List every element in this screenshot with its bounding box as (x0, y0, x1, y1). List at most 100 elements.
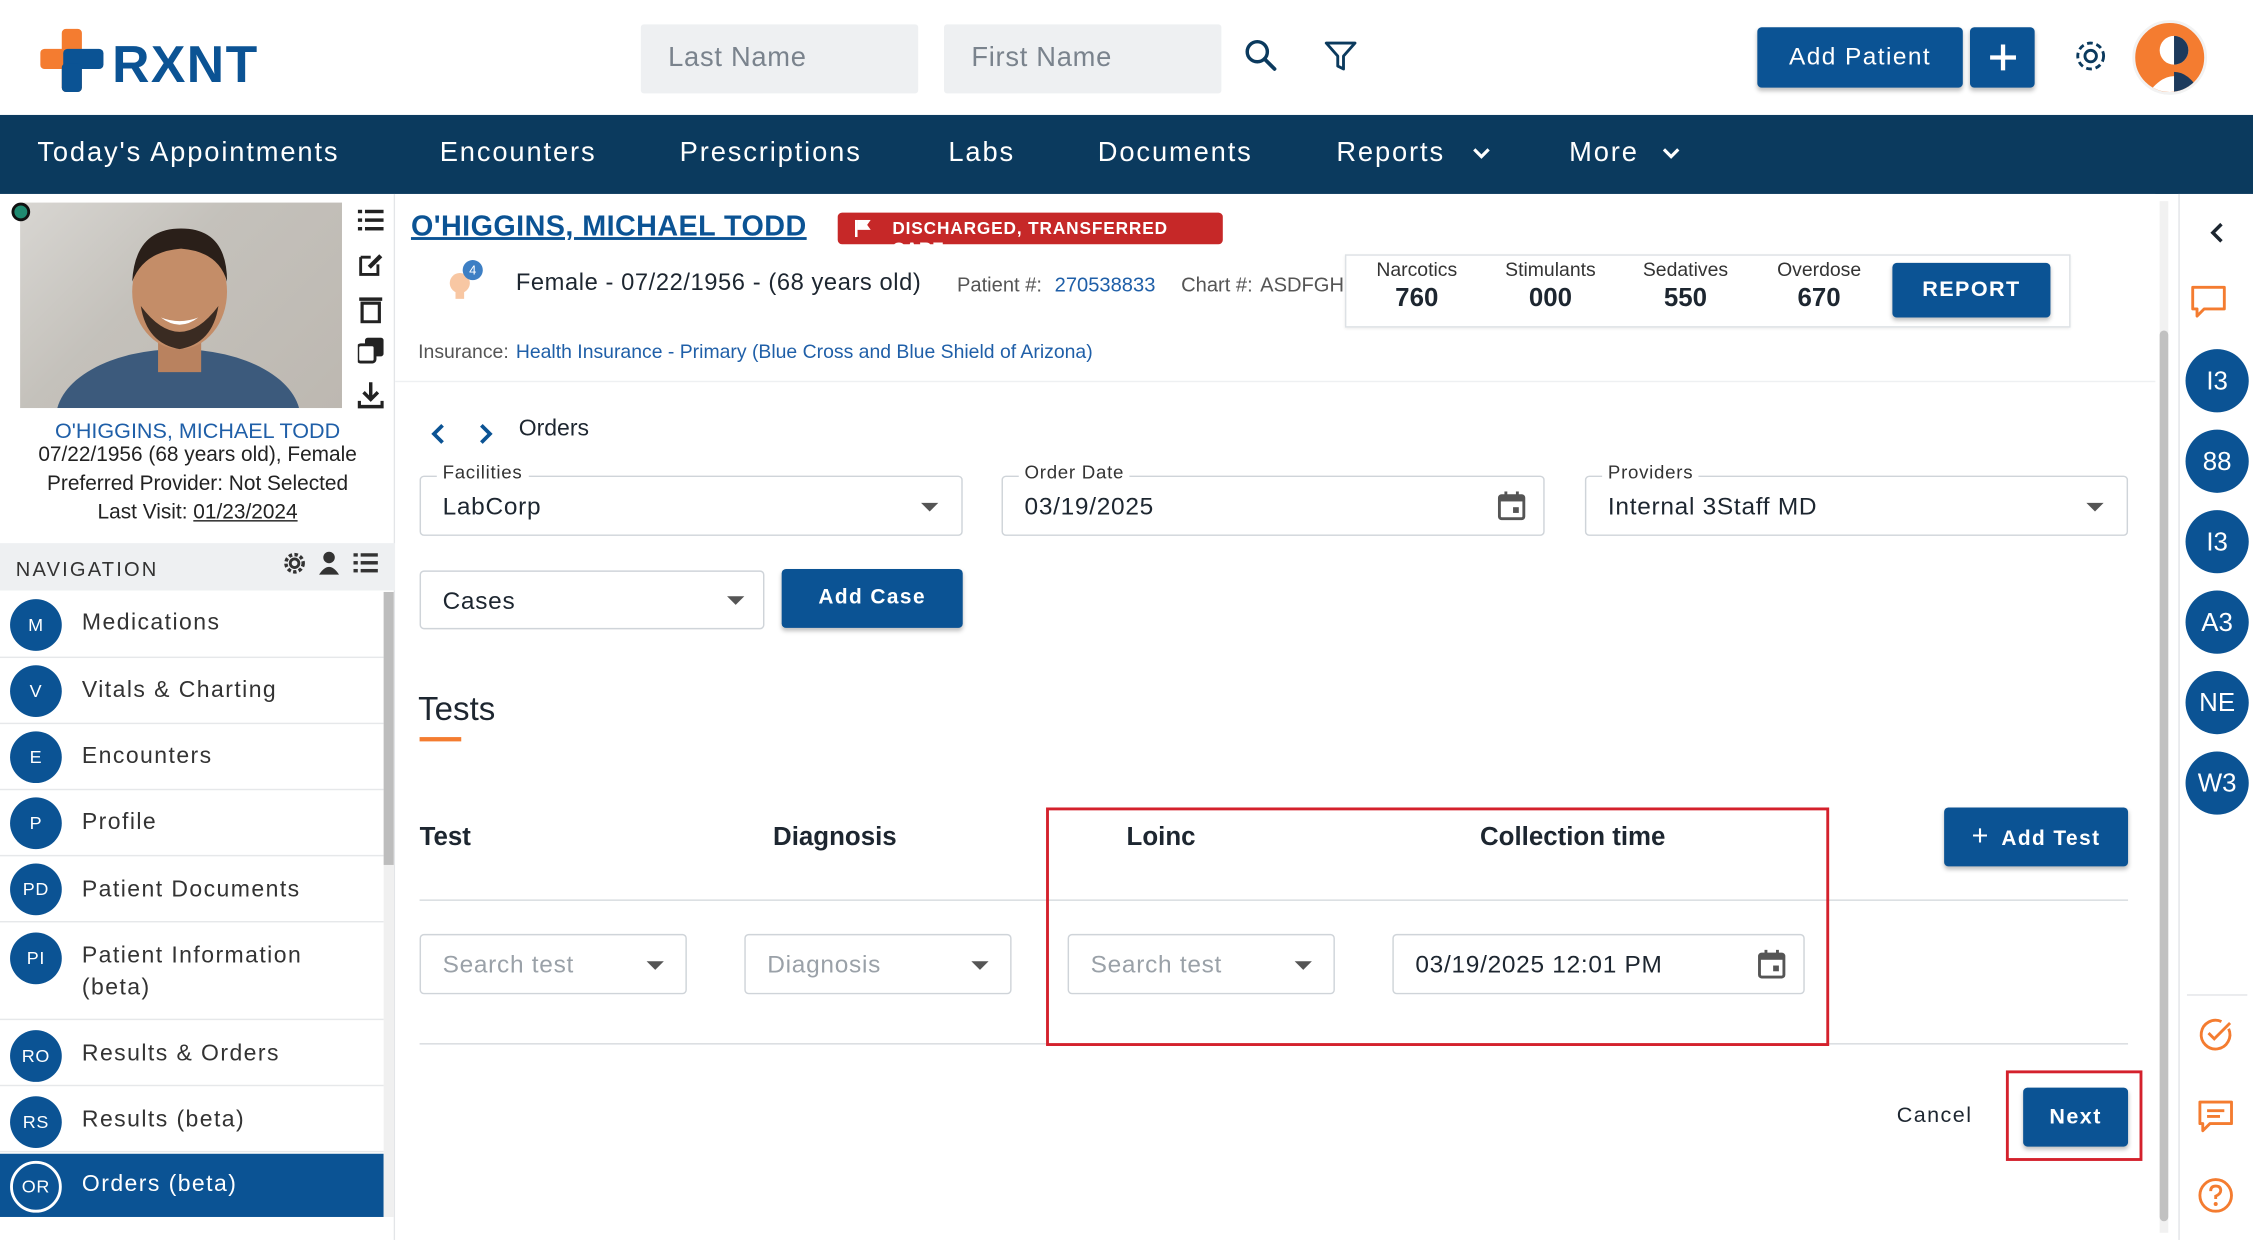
dropdown-caret-icon (921, 502, 939, 512)
sidebar-item-results-beta[interactable]: RS Results (beta) (0, 1086, 384, 1153)
diagnosis-select[interactable]: Diagnosis (744, 933, 1012, 995)
patient-number[interactable]: 270538833 (1055, 273, 1156, 296)
risk-label: Narcotics (1376, 258, 1458, 281)
check-circle-icon[interactable] (2197, 1016, 2234, 1053)
cancel-button[interactable]: Cancel (1897, 1103, 1973, 1127)
plus-icon (1989, 44, 2016, 71)
risk-label: Stimulants (1505, 258, 1596, 281)
person-icon[interactable] (318, 550, 341, 575)
sidebar-item-patient-information[interactable]: PI Patient Information (beta) (0, 922, 384, 1021)
rxnt-logo[interactable]: RXNT (40, 28, 270, 94)
sidebar-item-vitals-charting[interactable]: V Vitals & Charting (0, 658, 384, 725)
chevron-down-icon[interactable] (1471, 147, 1491, 161)
navigation-header: NAVIGATION (0, 543, 396, 591)
logo-wordmark: RXNT (112, 34, 259, 94)
alert-bulb[interactable]: 4 (444, 260, 487, 303)
providers-select[interactable]: Internal 3Staff MD (1584, 475, 2129, 536)
edit-icon[interactable] (358, 251, 384, 277)
sidebar-badge: RS (10, 1096, 62, 1149)
calendar-icon[interactable] (1497, 491, 1526, 521)
rail-badge-4[interactable]: A3 (2185, 590, 2249, 654)
sidebar-scrollbar[interactable] (383, 591, 394, 1217)
providers-label: Providers (1602, 461, 1700, 483)
chevron-down-icon[interactable] (1661, 147, 1681, 161)
report-button[interactable]: REPORT (1892, 262, 2051, 318)
user-avatar-icon (2149, 35, 2200, 92)
loinc-collection-highlight (1046, 807, 1830, 1046)
gear-icon[interactable] (2072, 37, 2109, 74)
rail-badge-1[interactable]: I3 (2185, 349, 2249, 413)
sidebar-item-medications[interactable]: M Medications (0, 592, 384, 659)
column-header-test: Test (419, 821, 471, 851)
dropdown-caret-icon (2086, 502, 2104, 512)
chat-bubbles-icon[interactable] (2190, 283, 2233, 323)
patient-card-last-visit: Last Visit: 01/23/2024 (0, 501, 395, 524)
plus-icon: + (1971, 820, 1990, 853)
risk-scores-panel: Narcotics 760 Stimulants 000 Sedatives 5… (1344, 254, 2071, 328)
sidebar-item-profile[interactable]: P Profile (0, 790, 384, 857)
rail-badge-3[interactable]: I3 (2185, 510, 2249, 574)
user-avatar[interactable] (2132, 20, 2208, 95)
insurance-link[interactable]: Health Insurance - Primary (Blue Cross a… (516, 341, 1093, 363)
message-icon[interactable] (2197, 1099, 2234, 1133)
patient-card-name[interactable]: O'HIGGINS, MICHAEL TODD (0, 420, 395, 444)
nav-documents[interactable]: Documents (1098, 138, 1253, 170)
download-icon[interactable] (357, 381, 384, 410)
nav-reports[interactable]: Reports (1336, 138, 1445, 170)
patient-name-link[interactable]: O'HIGGINS, MICHAEL TODD (411, 211, 807, 244)
help-icon[interactable] (2197, 1177, 2234, 1214)
chevron-left-icon[interactable] (430, 422, 447, 445)
nav-labs[interactable]: Labs (948, 138, 1015, 170)
last-name-search-input[interactable]: Last Name (640, 24, 919, 94)
chevron-right-icon[interactable] (477, 422, 494, 445)
rail-badge-2[interactable]: 88 (2185, 429, 2249, 493)
collapse-chevron-icon[interactable] (2209, 221, 2226, 244)
cases-value: Cases (442, 587, 516, 615)
risk-value: 550 (1663, 283, 1708, 312)
sidebar-item-orders-beta[interactable]: OR Orders (beta) (0, 1153, 384, 1217)
facilities-select[interactable]: LabCorp (419, 475, 963, 536)
risk-label: Sedatives (1642, 258, 1729, 281)
risk-stimulants: Stimulants 000 (1480, 256, 1621, 313)
diagnosis-placeholder: Diagnosis (767, 951, 882, 979)
rail-badge-5[interactable]: NE (2185, 670, 2249, 735)
breadcrumb-orders: Orders (518, 416, 589, 442)
trash-icon[interactable] (358, 295, 384, 324)
sidebar-item-results-orders[interactable]: RO Results & Orders (0, 1020, 384, 1087)
list-icon[interactable] (353, 553, 378, 573)
sidebar-item-label: Medications (81, 610, 221, 636)
navigation-title: NAVIGATION (15, 557, 159, 581)
add-case-button[interactable]: Add Case (781, 568, 963, 628)
cases-select[interactable]: Cases (419, 570, 765, 630)
add-button[interactable] (1969, 27, 2035, 88)
nav-encounters[interactable]: Encounters (440, 138, 597, 170)
next-button-highlight (2005, 1070, 2143, 1161)
nav-todays-appointments[interactable]: Today's Appointments (37, 138, 339, 170)
gear-icon[interactable] (283, 552, 306, 575)
add-patient-button[interactable]: Add Patient (1757, 27, 1963, 88)
filter-icon[interactable] (1323, 39, 1357, 73)
nav-prescriptions[interactable]: Prescriptions (680, 138, 862, 170)
add-test-button[interactable]: + Add Test (1944, 807, 2129, 867)
sidebar-item-label: Encounters (81, 744, 213, 769)
risk-overdose: Overdose 670 (1749, 256, 1890, 313)
sidebar-item-label: Orders (beta) (81, 1172, 238, 1197)
sidebar-item-encounters[interactable]: E Encounters (0, 724, 384, 791)
order-date-input[interactable]: 03/19/2025 (1001, 475, 1545, 536)
last-visit-date[interactable]: 01/23/2024 (193, 501, 297, 524)
test-search-select[interactable]: Search test (419, 933, 687, 995)
order-date-label: Order Date (1018, 461, 1130, 483)
list-icon[interactable] (357, 208, 384, 231)
sidebar-badge: V (10, 665, 62, 717)
nav-more[interactable]: More (1569, 138, 1639, 170)
copy-icon[interactable] (357, 337, 384, 364)
first-name-search-input[interactable]: First Name (944, 24, 1222, 94)
rail-badge-6[interactable]: W3 (2185, 751, 2249, 815)
main-scrollbar[interactable] (2159, 201, 2169, 1233)
risk-value: 760 (1395, 283, 1439, 312)
sidebar-item-patient-documents[interactable]: PD Patient Documents (0, 856, 384, 923)
sidebar-item-label: Results (beta) (81, 1107, 246, 1133)
search-icon[interactable] (1244, 39, 1278, 73)
status-badge-text: DISCHARGED, TRANSFERRED CARE (892, 218, 1168, 259)
main-scrollbar-thumb[interactable] (2159, 330, 2169, 1222)
